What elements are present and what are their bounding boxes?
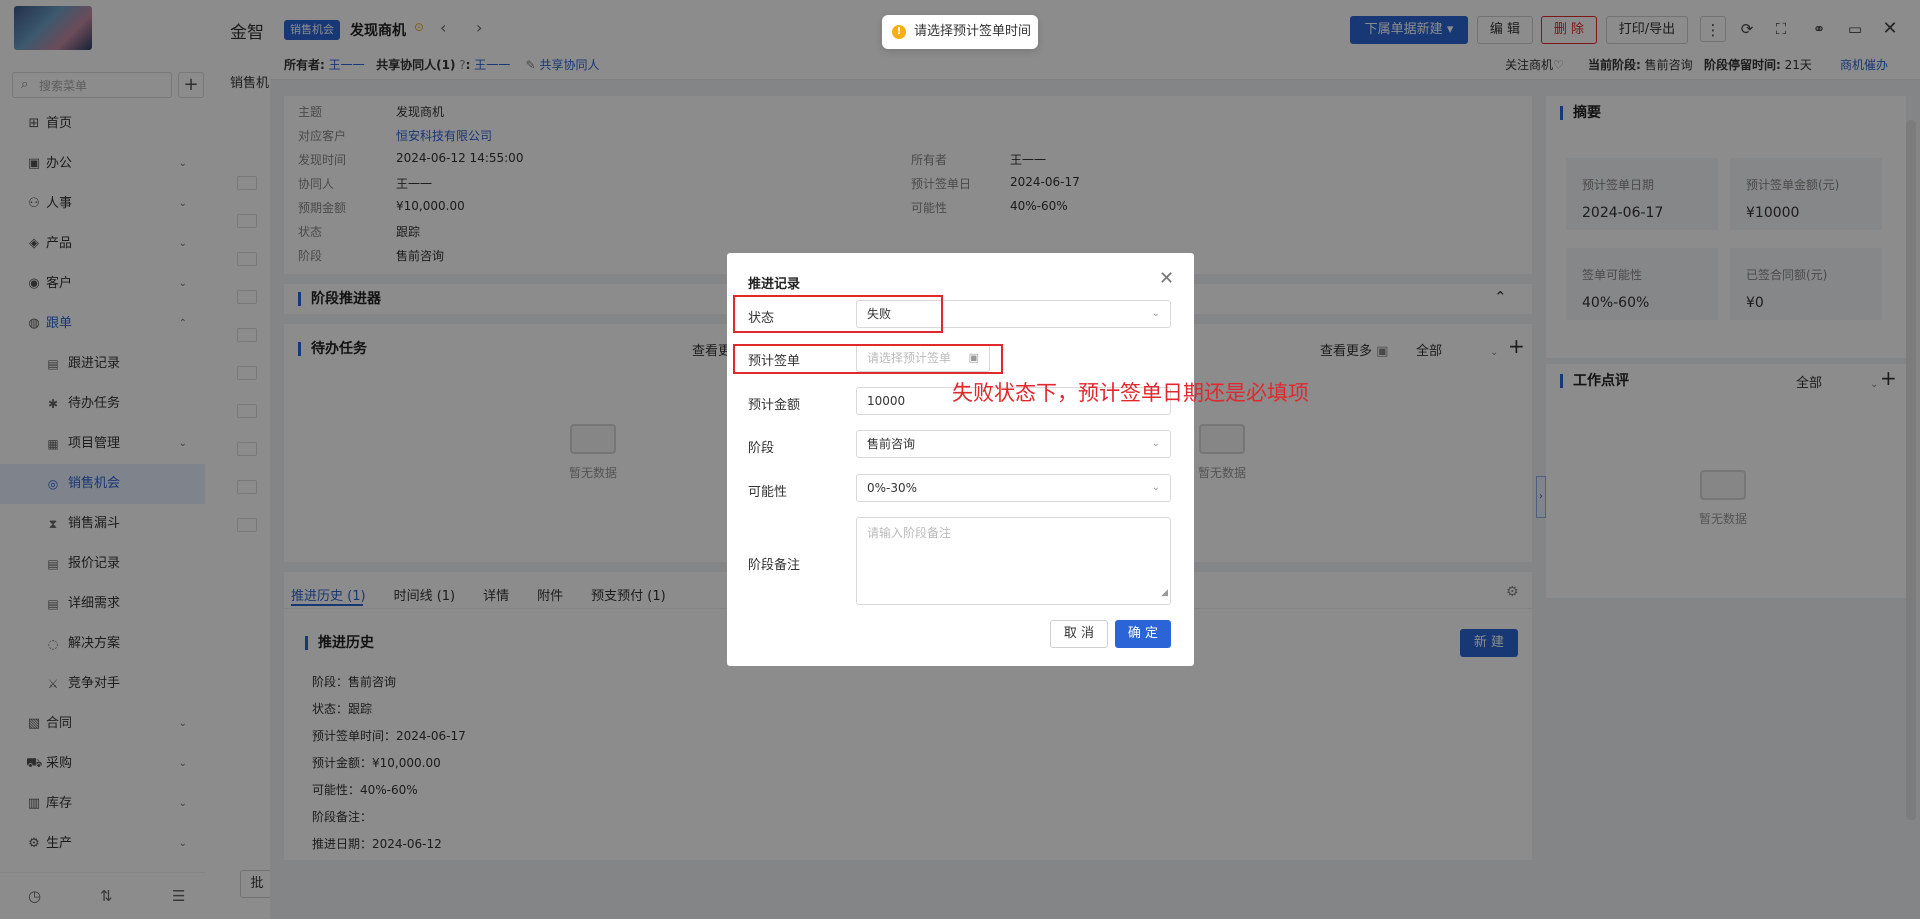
annotation-text: 失败状态下，预计签单日期还是必填项	[952, 381, 1309, 405]
stage-select-value: 售前咨询	[867, 437, 916, 451]
stage-select[interactable]: 售前咨询 ⌄	[856, 430, 1171, 458]
confirm-button[interactable]: 确 定	[1115, 620, 1171, 648]
chevron-down-icon: ⌄	[1151, 308, 1160, 319]
note-textarea[interactable]: 请输入阶段备注 ◢	[856, 517, 1171, 605]
chevron-down-icon: ⌄	[1151, 438, 1160, 449]
resize-handle-icon[interactable]: ◢	[1161, 582, 1168, 604]
modal-title: 推进记录	[748, 277, 801, 292]
note-label: 阶段备注	[748, 558, 801, 573]
toast-text: 请选择预计签单时间	[914, 24, 1032, 39]
annotation-box-sign-date	[733, 344, 1003, 374]
possibility-value: 0%-30%	[867, 481, 918, 495]
validation-toast: ! 请选择预计签单时间	[882, 15, 1038, 49]
amount-label: 预计金额	[748, 398, 801, 413]
stage-label-modal: 阶段	[748, 441, 775, 456]
chevron-down-icon: ⌄	[1151, 482, 1160, 493]
warning-icon: !	[892, 25, 906, 39]
close-icon[interactable]: ✕	[1159, 268, 1174, 289]
possibility-label: 可能性	[748, 485, 788, 500]
note-placeholder: 请输入阶段备注	[867, 526, 952, 540]
possibility-select[interactable]: 0%-30% ⌄	[856, 474, 1171, 502]
annotation-box-status	[733, 295, 943, 333]
cancel-button[interactable]: 取 消	[1050, 620, 1108, 648]
